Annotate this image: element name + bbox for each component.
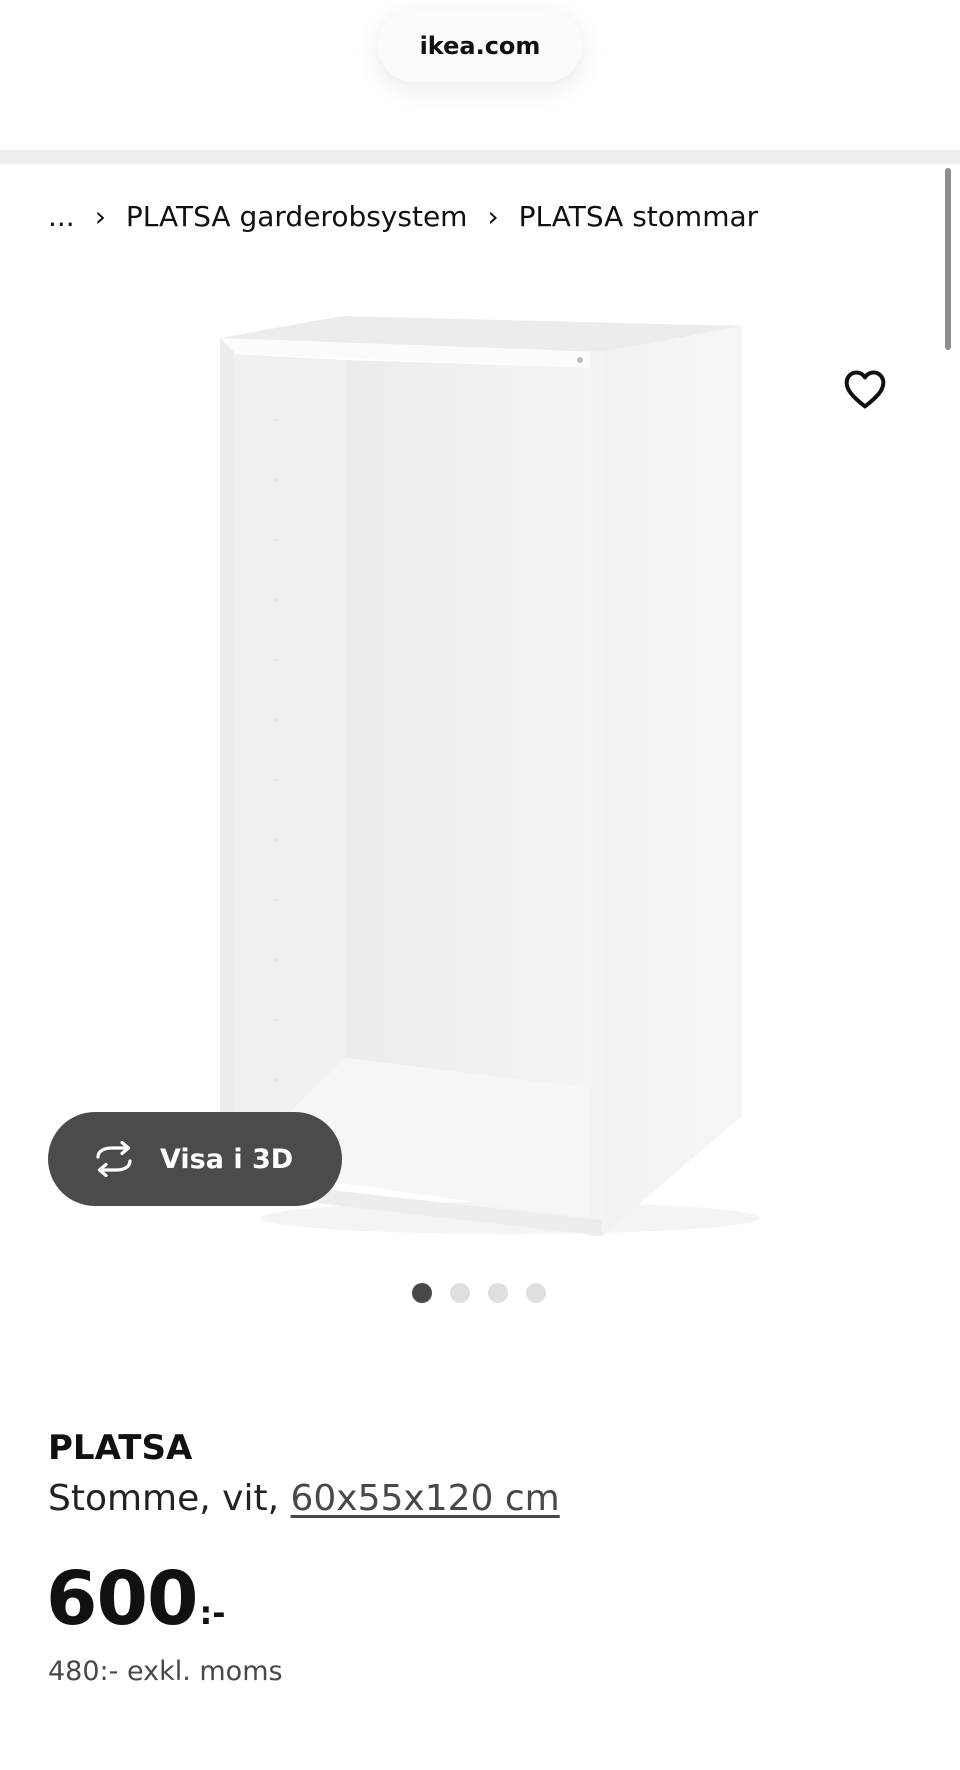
product-dimensions-link[interactable]: 60x55x120 cm <box>290 1478 559 1519</box>
price-value: 600 <box>46 1556 198 1642</box>
product-page: ikea.com ... › PLATSA garderobsystem › P… <box>0 0 960 1770</box>
url-pill[interactable]: ikea.com <box>378 10 582 82</box>
rotate-3d-icon <box>88 1139 140 1179</box>
url-text: ikea.com <box>419 32 541 60</box>
gallery-pagination <box>412 1282 546 1304</box>
heart-icon <box>844 370 886 409</box>
url-bar-divider <box>0 150 960 164</box>
price-exkl-moms: 480:- exkl. moms <box>48 1656 283 1687</box>
breadcrumb-item-garderobsystem[interactable]: PLATSA garderobsystem <box>126 200 468 233</box>
price-suffix: :- <box>199 1594 226 1632</box>
browser-url-bar: ikea.com <box>0 0 960 150</box>
product-name: PLATSA <box>48 1428 193 1468</box>
view-3d-button[interactable]: Visa i 3D <box>48 1112 342 1206</box>
gallery-dot-1[interactable] <box>412 1283 432 1303</box>
product-description: Stomme, vit, 60x55x120 cm <box>48 1478 560 1519</box>
gallery-dot-4[interactable] <box>526 1283 546 1303</box>
chevron-right-icon: › <box>94 199 106 233</box>
gallery-dot-2[interactable] <box>450 1283 470 1303</box>
favorite-button[interactable] <box>838 362 892 416</box>
breadcrumb: ... › PLATSA garderobsystem › PLATSA sto… <box>48 194 758 238</box>
chevron-right-icon: › <box>487 199 499 233</box>
product-type: Stomme, vit, <box>48 1478 280 1519</box>
product-price: 600 :- <box>46 1556 226 1642</box>
view-3d-label: Visa i 3D <box>160 1143 294 1175</box>
breadcrumb-item-stommar[interactable]: PLATSA stommar <box>519 200 758 233</box>
breadcrumb-ellipsis[interactable]: ... <box>48 200 75 233</box>
scrollbar-thumb[interactable] <box>945 168 951 350</box>
gallery-dot-3[interactable] <box>488 1283 508 1303</box>
